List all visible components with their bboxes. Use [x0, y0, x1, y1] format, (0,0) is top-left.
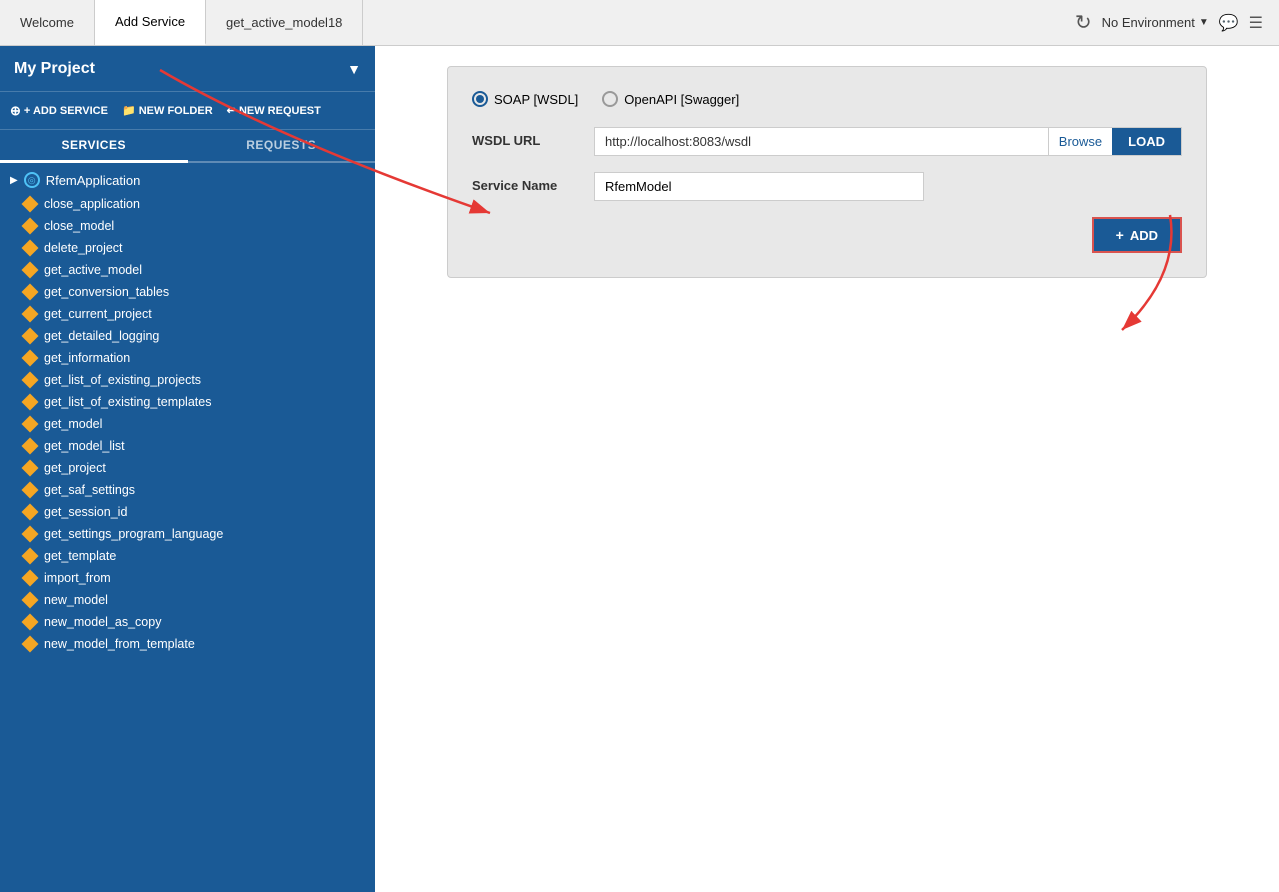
list-item[interactable]: get_detailed_logging [0, 325, 375, 347]
load-button[interactable]: LOAD [1112, 128, 1181, 155]
group-name: RfemApplication [46, 173, 141, 188]
service-name-row: Service Name [472, 172, 1182, 201]
radio-group: SOAP [WSDL] OpenAPI [Swagger] [472, 91, 1182, 107]
list-item[interactable]: get_model [0, 413, 375, 435]
tab-requests[interactable]: REQUESTS [188, 130, 376, 161]
service-name-input[interactable] [594, 172, 924, 201]
list-item[interactable]: get_conversion_tables [0, 281, 375, 303]
add-service-panel: SOAP [WSDL] OpenAPI [Swagger] WSDL URL B… [447, 66, 1207, 278]
diamond-icon [22, 328, 39, 345]
chevron-down-icon: ▼ [1199, 17, 1209, 28]
wsdl-input-group: Browse LOAD [594, 127, 1182, 156]
diamond-icon [22, 218, 39, 235]
sidebar-group-rfem[interactable]: ▶ ◎ RfemApplication [0, 167, 375, 193]
diamond-icon [22, 570, 39, 587]
diamond-icon [22, 284, 39, 301]
list-item[interactable]: get_template [0, 545, 375, 567]
radio-soap[interactable]: SOAP [WSDL] [472, 91, 578, 107]
browse-link[interactable]: Browse [1048, 128, 1112, 155]
list-item[interactable]: get_information [0, 347, 375, 369]
diamond-icon [22, 636, 39, 653]
add-button-label: ADD [1130, 228, 1158, 243]
diamond-icon [22, 416, 39, 433]
list-item[interactable]: new_model_from_template [0, 633, 375, 655]
expand-icon: ▶ [10, 175, 18, 186]
chat-icon[interactable]: 💬 [1219, 13, 1239, 33]
add-button[interactable]: + ADD [1092, 217, 1182, 253]
main-layout: My Project ▼ ⊕ + ADD SERVICE 📁 NEW FOLDE… [0, 46, 1279, 892]
add-service-button[interactable]: ⊕ + ADD SERVICE [10, 103, 108, 119]
diamond-icon [22, 196, 39, 213]
list-item[interactable]: get_active_model [0, 259, 375, 281]
radio-circle-soap [472, 91, 488, 107]
tab-services[interactable]: SERVICES [0, 130, 188, 163]
radio-circle-openapi [602, 91, 618, 107]
list-item[interactable]: new_model [0, 589, 375, 611]
diamond-icon [22, 460, 39, 477]
list-item[interactable]: new_model_as_copy [0, 611, 375, 633]
project-name: My Project [14, 60, 95, 78]
list-item[interactable]: get_list_of_existing_projects [0, 369, 375, 391]
diamond-icon [22, 394, 39, 411]
wsdl-url-row: WSDL URL Browse LOAD [472, 127, 1182, 156]
list-item[interactable]: get_settings_program_language [0, 523, 375, 545]
plus-icon: ⊕ [10, 103, 21, 119]
sidebar-tabs: SERVICES REQUESTS [0, 130, 375, 163]
sidebar-list: ▶ ◎ RfemApplication close_application cl… [0, 163, 375, 892]
service-name-label: Service Name [472, 172, 582, 193]
diamond-icon [22, 262, 39, 279]
no-environment-dropdown[interactable]: No Environment ▼ [1102, 15, 1209, 30]
list-item[interactable]: close_model [0, 215, 375, 237]
tab-bar: Welcome Add Service get_active_model18 ↻… [0, 0, 1279, 46]
menu-icon[interactable]: ☰ [1249, 13, 1263, 33]
list-item[interactable]: get_list_of_existing_templates [0, 391, 375, 413]
list-item[interactable]: get_project [0, 457, 375, 479]
diamond-icon [22, 240, 39, 257]
list-item[interactable]: get_saf_settings [0, 479, 375, 501]
diamond-icon [22, 548, 39, 565]
diamond-icon [22, 526, 39, 543]
project-dropdown-icon[interactable]: ▼ [347, 61, 361, 77]
list-item[interactable]: get_model_list [0, 435, 375, 457]
diamond-icon [22, 482, 39, 499]
diamond-icon [22, 614, 39, 631]
tab-get-active-model[interactable]: get_active_model18 [206, 0, 363, 45]
sidebar-header: My Project ▼ [0, 46, 375, 92]
wsdl-url-input[interactable] [595, 128, 1048, 155]
diamond-icon [22, 306, 39, 323]
tab-actions: ↻ No Environment ▼ 💬 ☰ [1059, 0, 1279, 45]
list-item[interactable]: get_session_id [0, 501, 375, 523]
content-area: SOAP [WSDL] OpenAPI [Swagger] WSDL URL B… [375, 46, 1279, 892]
wsdl-url-label: WSDL URL [472, 127, 582, 148]
diamond-icon [22, 504, 39, 521]
refresh-icon[interactable]: ↻ [1075, 10, 1092, 35]
add-button-row: + ADD [472, 217, 1182, 253]
tab-welcome[interactable]: Welcome [0, 0, 95, 45]
new-folder-button[interactable]: 📁 NEW FOLDER [122, 104, 213, 117]
list-item[interactable]: close_application [0, 193, 375, 215]
diamond-icon [22, 372, 39, 389]
tab-spacer [363, 0, 1058, 45]
sidebar: My Project ▼ ⊕ + ADD SERVICE 📁 NEW FOLDE… [0, 46, 375, 892]
diamond-icon [22, 592, 39, 609]
plus-icon: + [1116, 227, 1124, 243]
sidebar-toolbar: ⊕ + ADD SERVICE 📁 NEW FOLDER ↩ NEW REQUE… [0, 92, 375, 130]
tab-add-service[interactable]: Add Service [95, 0, 206, 45]
radio-openapi[interactable]: OpenAPI [Swagger] [602, 91, 739, 107]
globe-icon: ◎ [24, 172, 40, 188]
diamond-icon [22, 438, 39, 455]
list-item[interactable]: get_current_project [0, 303, 375, 325]
list-item[interactable]: import_from [0, 567, 375, 589]
diamond-icon [22, 350, 39, 367]
list-item[interactable]: delete_project [0, 237, 375, 259]
new-request-button[interactable]: ↩ NEW REQUEST [227, 104, 321, 117]
